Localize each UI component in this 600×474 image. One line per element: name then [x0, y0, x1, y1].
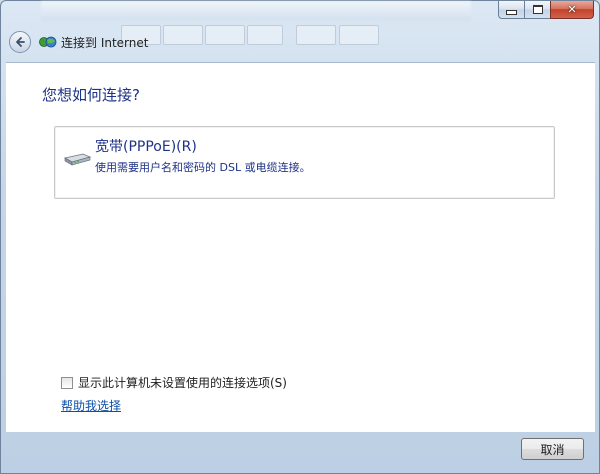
caption-buttons: ✕	[498, 1, 594, 19]
window-title: 连接到 Internet	[61, 36, 149, 50]
background-glass	[41, 1, 471, 21]
cancel-button[interactable]: 取消	[521, 438, 584, 460]
close-icon: ✕	[567, 3, 577, 16]
modem-icon	[63, 153, 91, 166]
background-tab	[339, 25, 379, 45]
show-unset-options-checkbox[interactable]	[61, 376, 73, 389]
maximize-icon	[532, 5, 543, 14]
pppoe-option-description: 使用需要用户名和密码的 DSL 或电缆连接。	[95, 161, 311, 174]
close-button[interactable]: ✕	[550, 1, 594, 19]
background-tab	[205, 25, 245, 45]
background-tab	[296, 25, 336, 45]
minimize-button[interactable]	[498, 1, 524, 19]
show-unset-options-label[interactable]: 显示此计算机未设置使用的连接选项(S)	[78, 374, 287, 391]
page-title: 您想如何连接?	[42, 86, 140, 104]
back-button[interactable]	[9, 31, 31, 53]
pppoe-option[interactable]: 宽带(PPPoE)(R) 使用需要用户名和密码的 DSL 或电缆连接。	[54, 126, 555, 199]
minimize-icon	[506, 10, 517, 15]
content-area: 您想如何连接? 宽带(PPPoE)(R) 使用需要用户名和密码的 DSL 或电缆…	[6, 62, 595, 432]
maximize-button[interactable]	[524, 1, 550, 19]
pppoe-option-title: 宽带(PPPoE)(R)	[95, 139, 197, 155]
background-tab	[163, 25, 203, 45]
help-me-choose-link[interactable]: 帮助我选择	[61, 397, 121, 414]
background-tab	[247, 25, 283, 45]
show-unset-options-row: 显示此计算机未设置使用的连接选项(S)	[61, 374, 287, 391]
back-arrow-icon	[16, 37, 25, 47]
network-globe-icon	[39, 36, 57, 48]
window-frame: ✕ 连接到 Internet 您想如何连接? 宽带(PPPoE)(R) 使用需要…	[0, 0, 600, 474]
